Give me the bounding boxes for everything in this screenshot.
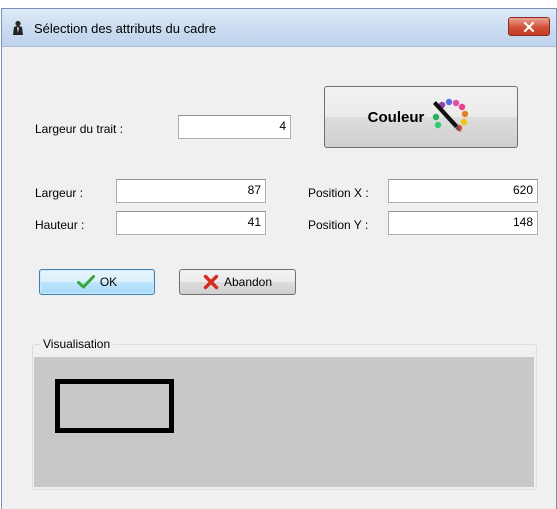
title-bar[interactable]: Sélection des attributs du cadre	[2, 9, 556, 47]
width-label: Largeur :	[35, 186, 84, 200]
color-button[interactable]: Couleur	[324, 86, 518, 148]
window-title: Sélection des attributs du cadre	[34, 21, 217, 36]
color-button-label: Couleur	[367, 108, 425, 126]
position-x-label: Position X :	[308, 186, 369, 200]
line-width-label: Largeur du trait :	[35, 122, 124, 136]
height-label: Hauteur :	[35, 218, 85, 232]
cancel-button[interactable]: Abandon	[179, 269, 296, 295]
preview-frame-rectangle	[55, 379, 174, 433]
checkmark-icon	[76, 275, 95, 289]
close-button[interactable]	[508, 17, 550, 36]
cancel-button-label: Abandon	[223, 275, 273, 289]
background-strip	[0, 0, 557, 8]
close-icon	[523, 21, 535, 32]
position-x-field[interactable]: 620	[388, 179, 538, 203]
height-field[interactable]: 41	[116, 211, 266, 235]
red-x-icon	[203, 274, 219, 290]
width-field[interactable]: 87	[116, 179, 266, 203]
palette-pen-icon	[433, 98, 469, 132]
line-width-field[interactable]: 4	[178, 115, 291, 139]
tuxedo-person-icon	[10, 20, 26, 36]
position-y-field[interactable]: 148	[388, 211, 538, 235]
preview-group-label: Visualisation	[40, 337, 114, 351]
position-y-label: Position Y :	[308, 218, 369, 232]
ok-button-label: OK	[99, 275, 118, 289]
ok-button[interactable]: OK	[39, 269, 155, 295]
